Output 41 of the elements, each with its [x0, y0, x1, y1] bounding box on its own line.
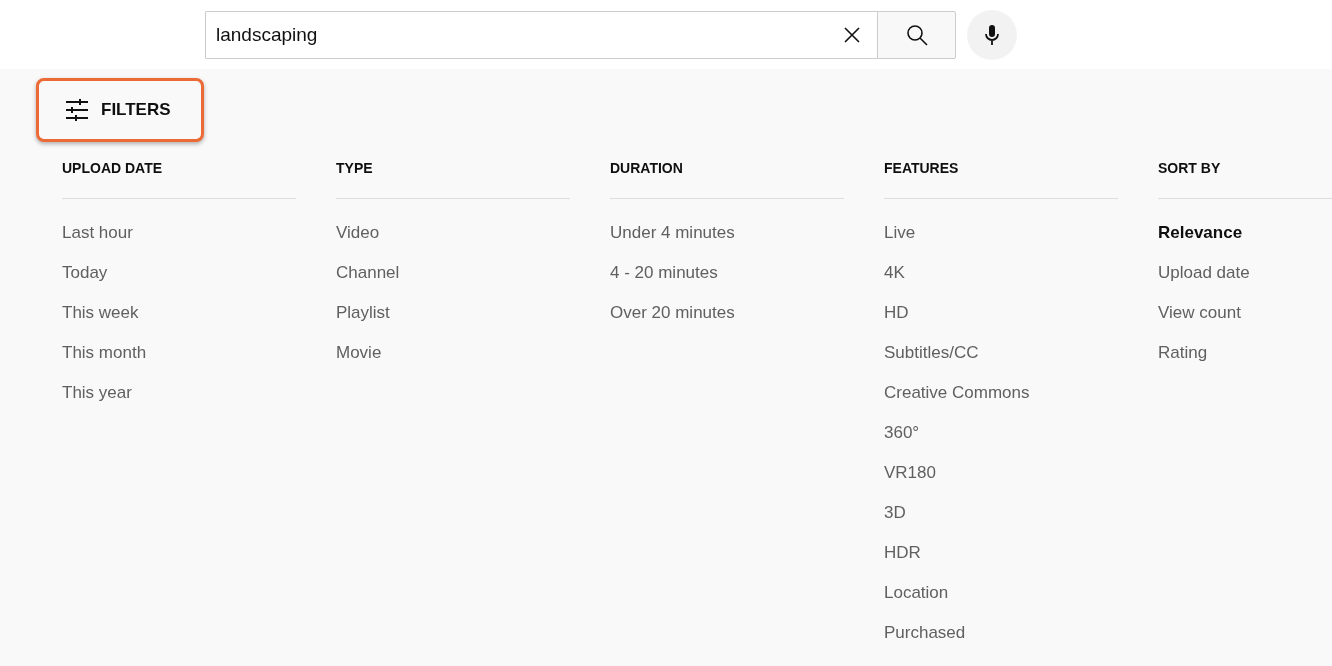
filter-option[interactable]: This year: [62, 383, 132, 403]
filter-option[interactable]: 360°: [884, 423, 920, 443]
filter-group-heading: DURATION: [610, 160, 844, 199]
filter-option[interactable]: Upload date: [1158, 263, 1250, 283]
voice-search-button[interactable]: [967, 9, 1017, 60]
filter-option[interactable]: Playlist: [336, 303, 390, 323]
filter-option[interactable]: HDR: [884, 543, 921, 563]
search-input[interactable]: landscaping: [214, 22, 839, 47]
filter-option[interactable]: Under 4 minutes: [610, 223, 735, 243]
filter-option[interactable]: View count: [1158, 303, 1241, 323]
filter-option[interactable]: VR180: [884, 463, 936, 483]
filter-group-heading: FEATURES: [884, 160, 1118, 199]
search-field[interactable]: landscaping: [205, 10, 877, 59]
sliders-icon: [65, 99, 89, 121]
search-button[interactable]: [877, 10, 956, 59]
filter-option[interactable]: Live: [884, 223, 916, 243]
microphone-icon: [984, 23, 1000, 46]
filter-group-heading: TYPE: [336, 160, 570, 199]
filter-option[interactable]: Location: [884, 583, 949, 603]
filter-option[interactable]: HD: [884, 303, 909, 323]
filter-option[interactable]: 4K: [884, 263, 905, 283]
filter-option[interactable]: This week: [62, 303, 139, 323]
filter-group-heading: SORT BY: [1158, 160, 1332, 199]
filter-option[interactable]: Video: [336, 223, 380, 243]
filter-option[interactable]: Channel: [336, 263, 400, 283]
search-icon: [905, 23, 928, 46]
filter-option[interactable]: Movie: [336, 343, 382, 363]
filter-option[interactable]: 3D: [884, 503, 906, 523]
filter-option[interactable]: Relevance: [1158, 223, 1243, 243]
filters-button[interactable]: FILTERS: [36, 78, 204, 142]
filter-option[interactable]: 4 - 20 minutes: [610, 263, 718, 283]
filter-option[interactable]: This month: [62, 343, 147, 363]
filter-group-heading: UPLOAD DATE: [62, 160, 296, 199]
filter-option[interactable]: Today: [62, 263, 108, 283]
filter-option[interactable]: Creative Commons: [884, 383, 1030, 403]
filter-option[interactable]: Subtitles/CC: [884, 343, 979, 363]
filter-option[interactable]: Last hour: [62, 223, 133, 243]
close-icon: [843, 25, 861, 44]
filter-option[interactable]: Purchased: [884, 623, 966, 643]
filter-option[interactable]: Rating: [1158, 343, 1208, 363]
filter-option[interactable]: Over 20 minutes: [610, 303, 735, 323]
